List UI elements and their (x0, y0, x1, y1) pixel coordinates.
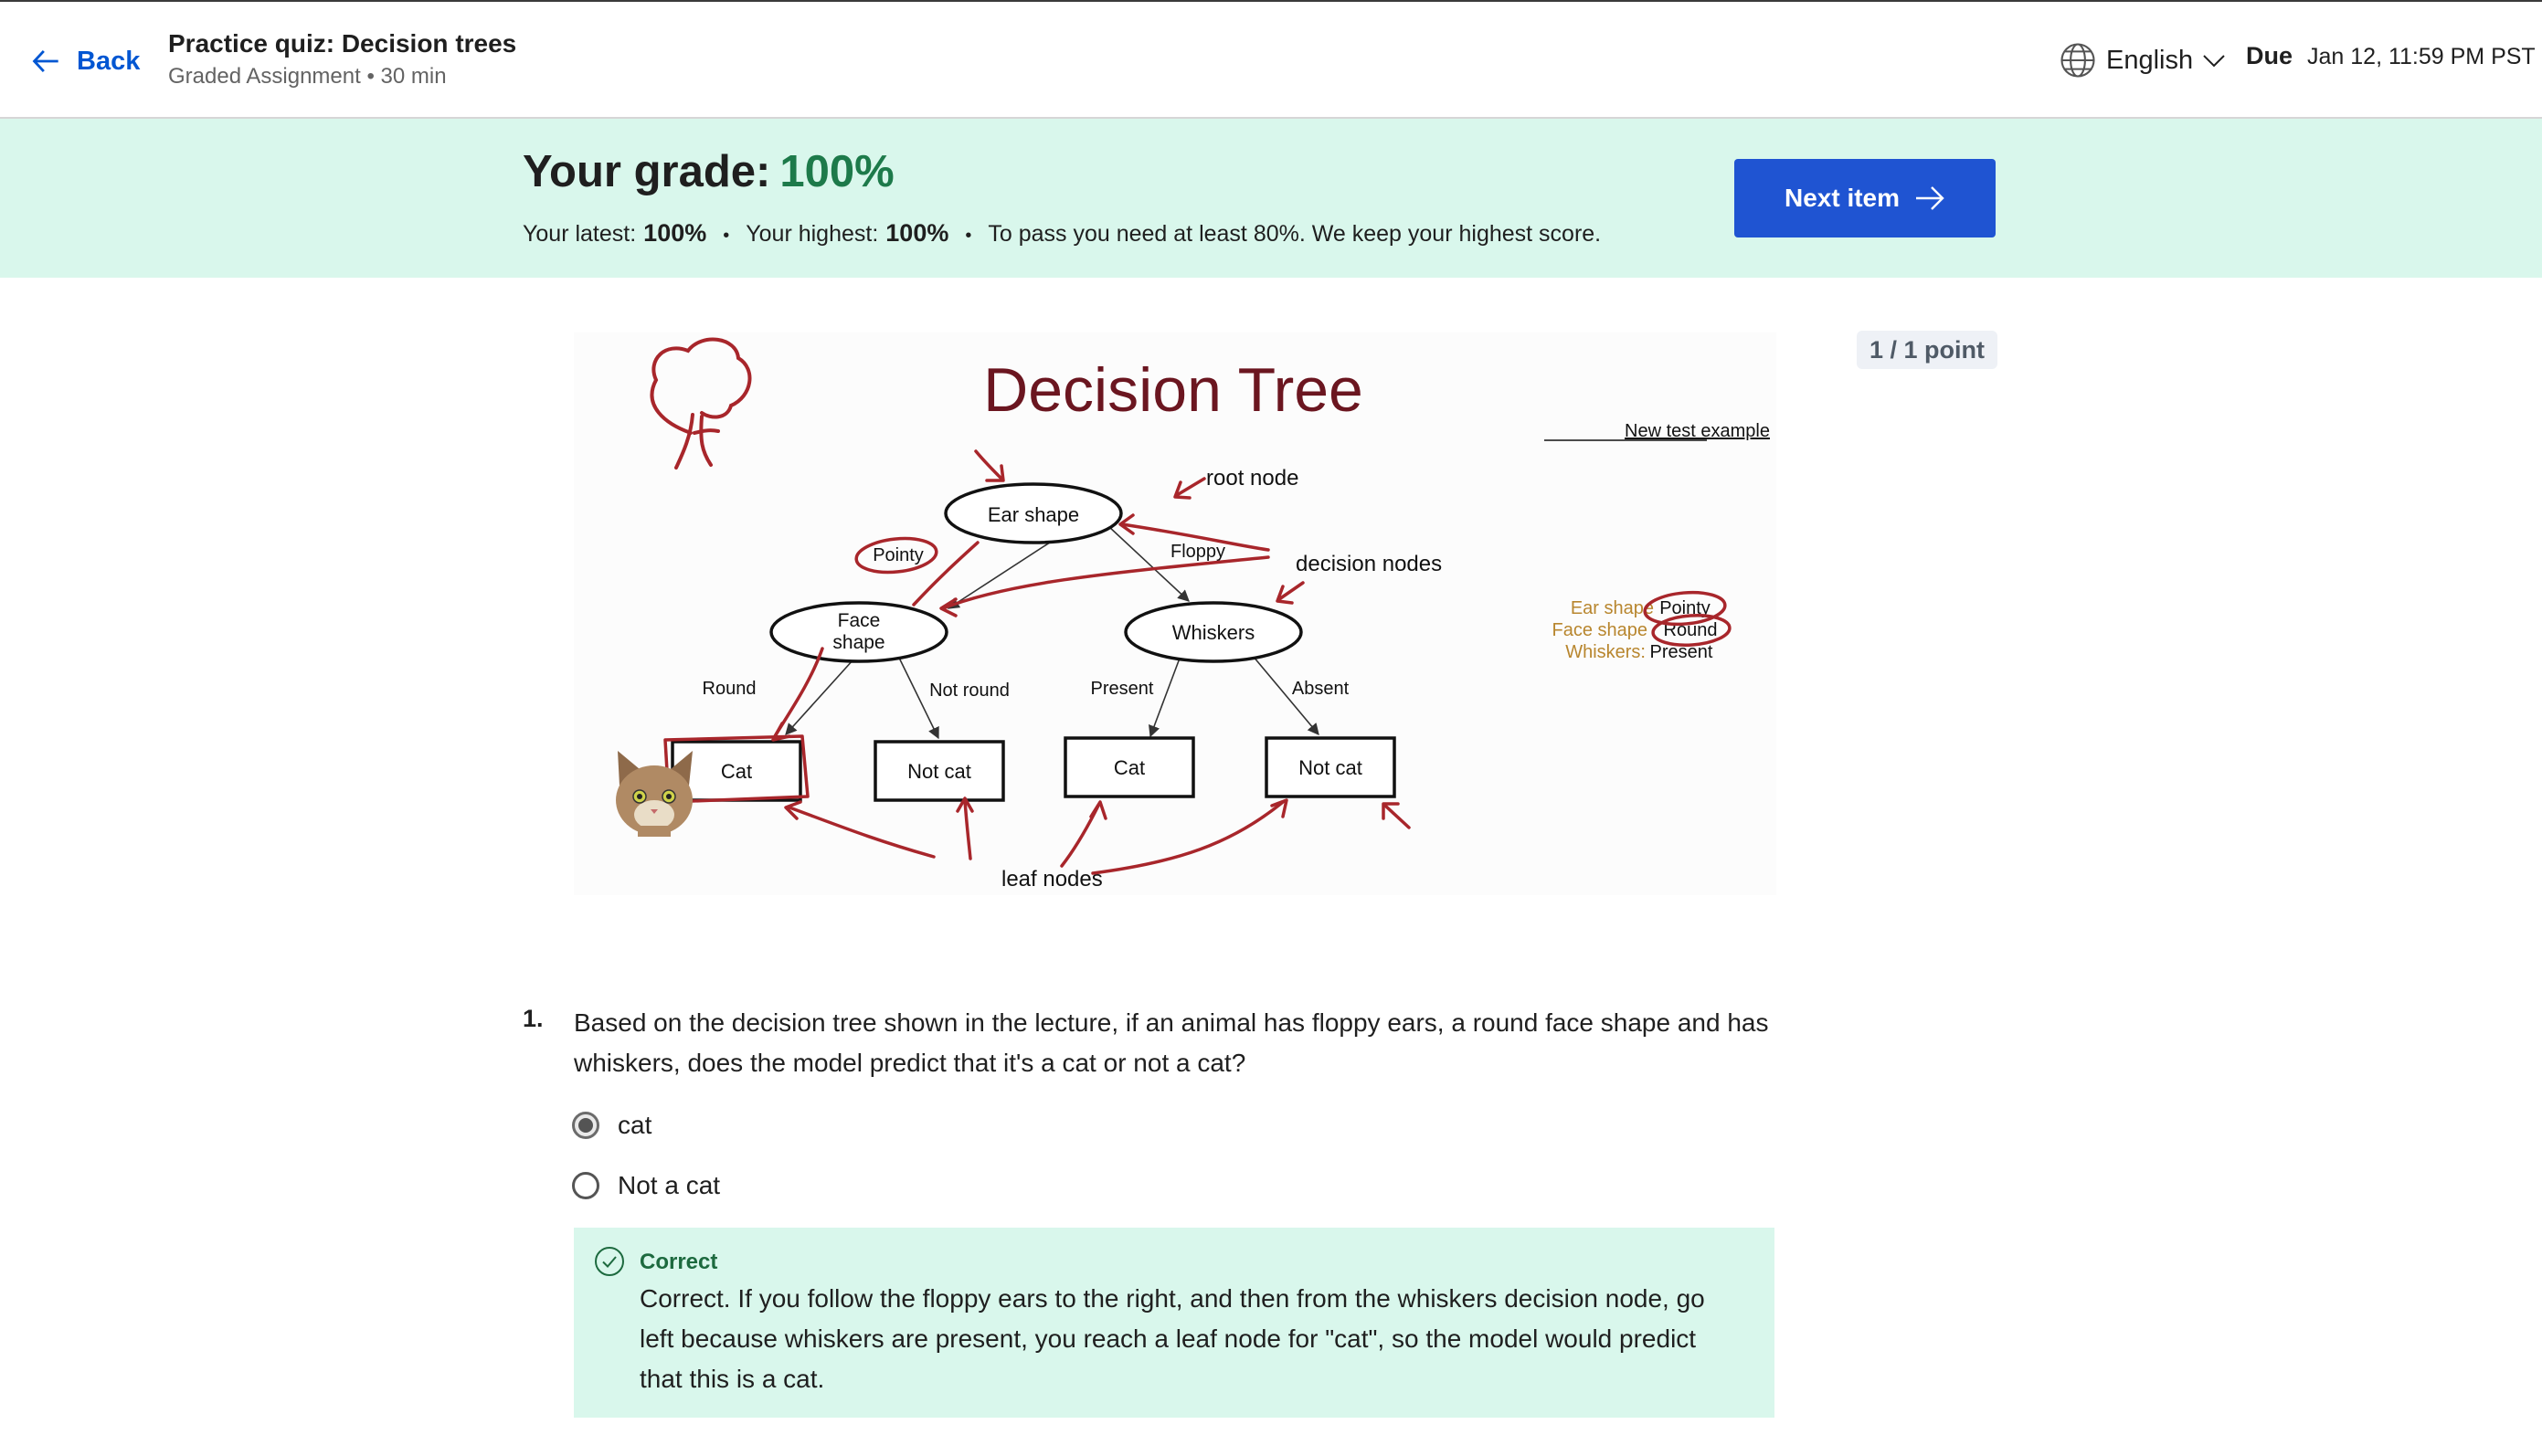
back-label: Back (77, 46, 141, 76)
tree-sketch-icon (650, 337, 752, 470)
next-item-label: Next item (1784, 184, 1901, 212)
leaf-node-3-label: Cat (1114, 756, 1145, 779)
pass-note: To pass you need at least 80%. We keep y… (988, 221, 1602, 247)
example-ear-label: Ear shape (1571, 598, 1654, 618)
example-face-label: Face shape (1552, 620, 1647, 640)
edge-label-absent: Absent (1292, 679, 1350, 699)
next-item-button[interactable]: Next item (1734, 159, 1996, 237)
leaf-nodes-annotation: leaf nodes (1001, 867, 1103, 892)
language-selector[interactable]: English (2059, 38, 2226, 82)
language-label: English (2106, 45, 2194, 75)
points-badge: 1 / 1 point (1857, 331, 1998, 369)
grade-banner: Your grade: 100% Your latest: 100% • Your… (0, 119, 2542, 278)
grade-heading: Your grade: 100% (523, 146, 895, 197)
root-node-annotation: root node (1206, 466, 1298, 491)
root-node-label: Ear shape (988, 503, 1079, 526)
decision-nodes-annotation: decision nodes (1296, 552, 1442, 576)
option-label: cat (618, 1111, 652, 1139)
edge-label-floppy: Floppy (1170, 542, 1225, 562)
edge-label-round: Round (703, 679, 757, 699)
radio-unselected[interactable] (572, 1172, 599, 1199)
page-subtitle: Graded Assignment • 30 min (168, 64, 447, 89)
cat-illustration (616, 751, 693, 837)
lecture-diagram: Decision Tree Ear shape Face shape Whisk… (574, 332, 1776, 895)
grade-value: 100% (779, 147, 895, 196)
leaf-node-2-label: Not cat (907, 760, 971, 783)
globe-icon (2060, 43, 2095, 78)
option-cat[interactable]: cat (572, 1111, 651, 1140)
separator-dot: • (723, 226, 730, 246)
feedback-title: Correct (640, 1250, 718, 1274)
feedback-text: Correct. If you follow the floppy ears t… (640, 1284, 1705, 1393)
due-date: Jan 12, 11:59 PM PST (2307, 44, 2536, 69)
option-not-a-cat[interactable]: Not a cat (572, 1171, 720, 1200)
latest-value: 100% (643, 219, 707, 247)
face-node-line2: shape (832, 632, 884, 653)
radio-selected[interactable] (572, 1112, 599, 1139)
chevron-down-icon (2203, 55, 2225, 68)
back-button[interactable]: Back (29, 38, 140, 84)
leaf-node-1-label: Cat (721, 760, 752, 783)
grade-details: Your latest: 100% • Your highest: 100% •… (523, 219, 1601, 248)
decision-tree-figure: Decision Tree Ear shape Face shape Whisk… (616, 337, 1770, 892)
question-number: 1. (523, 1005, 544, 1032)
due-date-block: Due Jan 12, 11:59 PM PST (2246, 42, 2536, 70)
example-whiskers-label: Whiskers: (1565, 642, 1646, 662)
leaf-node-4-label: Not cat (1298, 756, 1362, 779)
feedback-panel: Correct Correct. If you follow the flopp… (574, 1228, 1774, 1418)
due-label: Due (2246, 42, 2293, 69)
edge-label-pointy: Pointy (873, 545, 924, 565)
top-header: Back Practice quiz: Decision trees Grade… (0, 2, 2542, 119)
check-circle-icon (595, 1247, 624, 1276)
arrow-right-icon (1916, 186, 1944, 210)
whiskers-node-label: Whiskers (1172, 621, 1255, 644)
separator-dot: • (965, 226, 972, 246)
highest-value: 100% (885, 219, 949, 247)
option-label: Not a cat (618, 1171, 721, 1199)
radio-dot (578, 1118, 593, 1133)
question-text: Based on the decision tree shown in the … (574, 1008, 1769, 1077)
edge-label-not-round: Not round (929, 681, 1010, 701)
page-title: Practice quiz: Decision trees (168, 29, 517, 58)
face-node-line1: Face (838, 610, 881, 631)
highest-label: Your highest: (746, 221, 879, 247)
new-test-example-heading: New test example (1625, 421, 1770, 441)
edge-label-present: Present (1091, 679, 1154, 699)
grade-label: Your grade: (523, 147, 771, 196)
title-block: Practice quiz: Decision trees Graded Ass… (168, 27, 516, 93)
arrow-left-icon (32, 49, 58, 73)
diagram-title: Decision Tree (983, 355, 1363, 425)
latest-label: Your latest: (523, 221, 637, 247)
